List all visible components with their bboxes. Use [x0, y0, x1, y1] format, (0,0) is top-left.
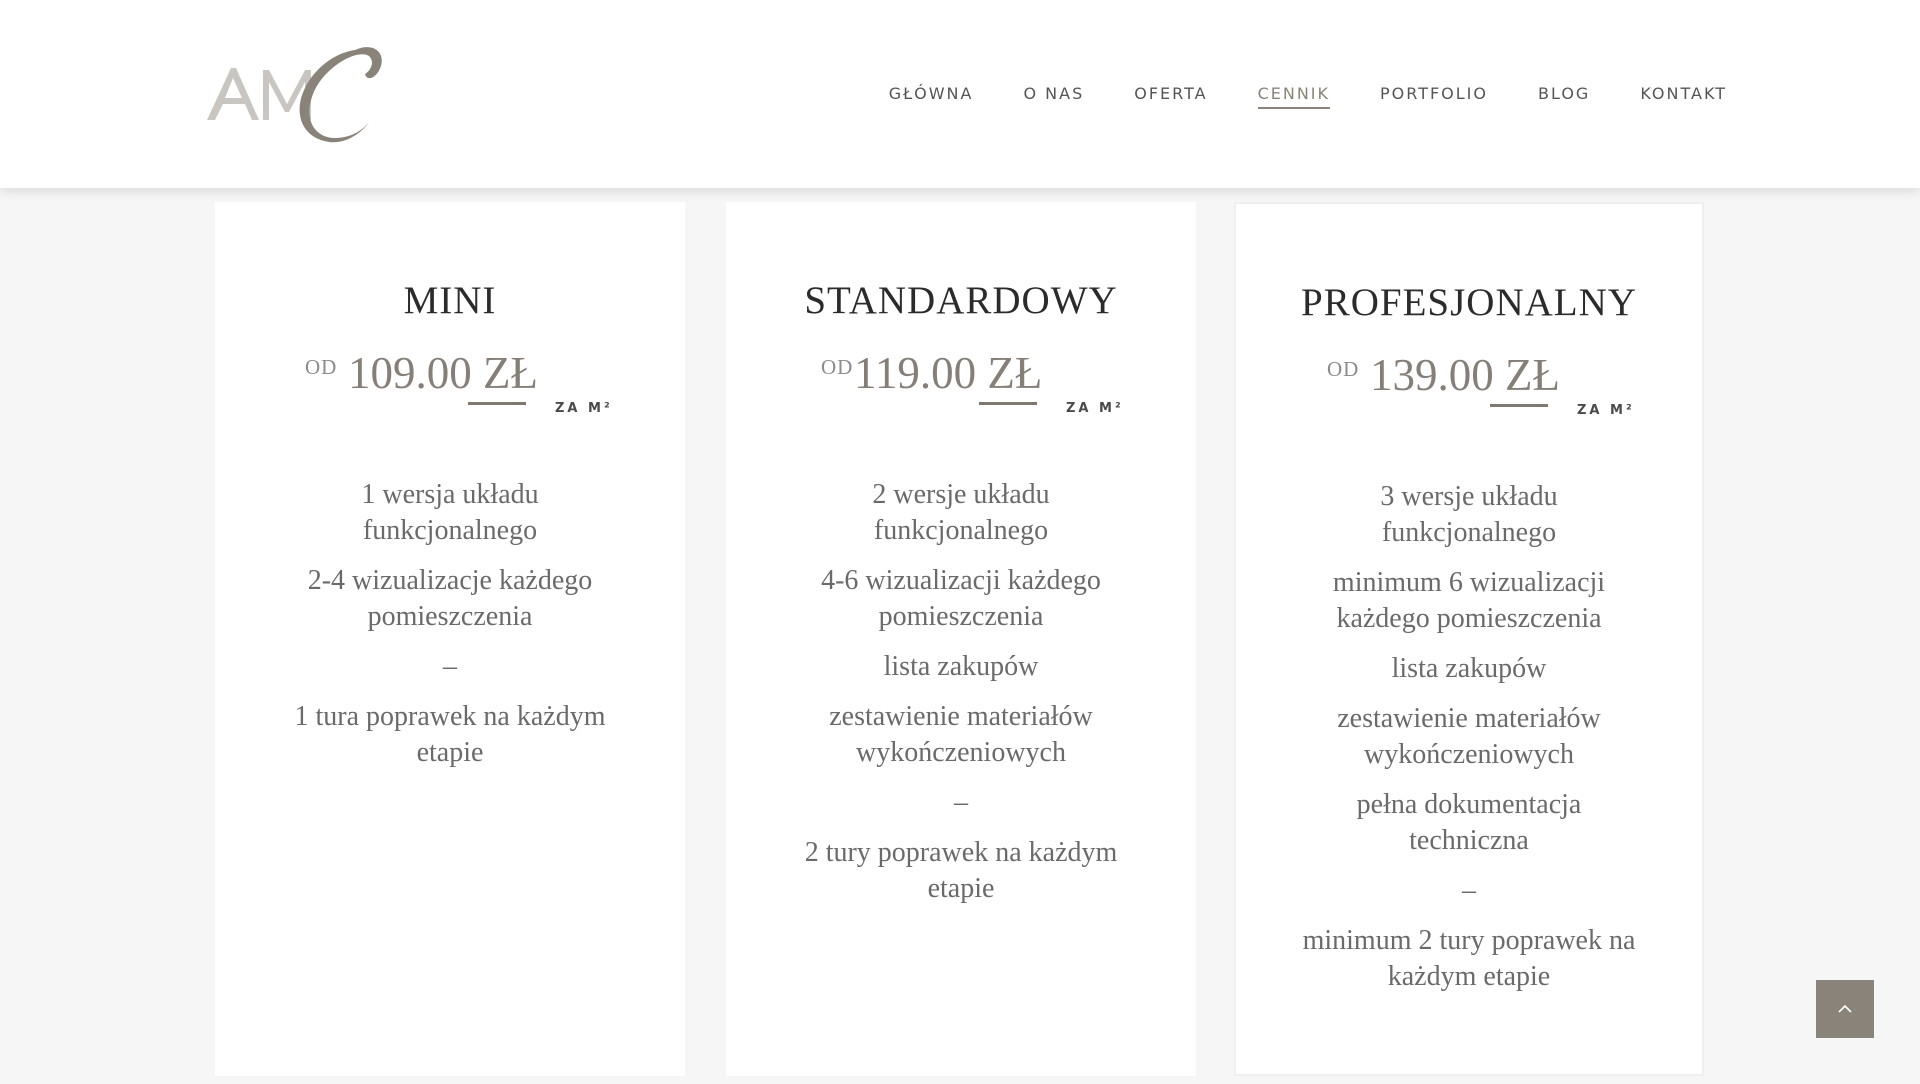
feature-item: zestawienie materiałów wykończeniowych [829, 701, 1093, 768]
feature-item: minimum 6 wizualizacji każdego pomieszcz… [1332, 567, 1606, 634]
feature-item: zestawienie materiałów wykończeniowych [1337, 703, 1601, 770]
nav-item-o-nas[interactable]: O NAS [1023, 84, 1084, 107]
feature-item: lista zakupów [883, 651, 1039, 682]
price-from-label: OD [305, 355, 338, 379]
price-row: OD 109.00 ZŁ ZA M² [215, 347, 685, 416]
scroll-to-top-button[interactable] [1816, 980, 1874, 1038]
plan-title: STANDARDOWY [804, 279, 1118, 322]
feature-item: 1 wersja układu funkcjonalnego [361, 479, 539, 546]
feature-item: 1 tura poprawek na każdym etapie [294, 701, 606, 768]
price-unit: ZA M² [1577, 403, 1635, 418]
feature-item: – [1462, 875, 1476, 906]
nav-item-kontakt[interactable]: KONTAKT [1640, 84, 1727, 107]
feature-item: minimum 2 tury poprawek na każdym etapie [1302, 925, 1636, 992]
feature-item: – [443, 651, 457, 682]
price-row: OD 119.00 ZŁ ZA M² [726, 347, 1196, 416]
nav-item-glowna[interactable]: GŁÓWNA [889, 84, 974, 107]
plan-title: MINI [403, 279, 497, 322]
nav-item-cennik[interactable]: CENNIK [1257, 84, 1331, 109]
feature-item: 3 wersje układu funkcjonalnego [1380, 481, 1558, 548]
nav-item-portfolio[interactable]: PORTFOLIO [1380, 84, 1488, 107]
feature-item: pełna dokumentacja techniczna [1356, 789, 1582, 856]
feature-list: 2 wersje układu funkcjonalnego 4-6 wizua… [786, 477, 1136, 921]
pricing-card-standardowy: STANDARDOWY OD 119.00 ZŁ ZA M² 2 wersje … [726, 202, 1196, 1076]
plan-title: PROFESJONALNY [1301, 281, 1637, 324]
pricing-card-profesjonalny: PROFESJONALNY OD 139.00 ZŁ ZA M² 3 wersj… [1234, 202, 1704, 1076]
price-unit: ZA M² [555, 401, 613, 416]
feature-item: 2-4 wizualizacje każdego pomieszczenia [307, 565, 593, 632]
price-underline [1490, 404, 1548, 407]
pricing-card-mini: MINI OD 109.00 ZŁ ZA M² 1 wersja układu … [215, 202, 685, 1076]
price-underline [468, 402, 526, 405]
logo[interactable] [205, 38, 385, 144]
feature-item: 4-6 wizualizacji każdego pomieszczenia [821, 565, 1101, 632]
feature-list: 3 wersje układu funkcjonalnego minimum 6… [1296, 479, 1642, 1009]
site-header: GŁÓWNA O NAS OFERTA CENNIK PORTFOLIO BLO… [0, 0, 1920, 188]
nav-item-blog[interactable]: BLOG [1538, 84, 1590, 107]
plan-price: 139.00 ZŁ [1370, 350, 1560, 400]
amc-logo-icon [207, 47, 382, 143]
feature-item: – [954, 787, 968, 818]
plan-price: 119.00 ZŁ [854, 348, 1043, 398]
nav-item-oferta[interactable]: OFERTA [1134, 84, 1207, 107]
feature-item: 2 tury poprawek na każdym etapie [804, 837, 1118, 904]
plan-price: 109.00 ZŁ [348, 348, 538, 398]
chevron-up-icon [1838, 1004, 1852, 1013]
price-from-label: OD [821, 355, 854, 379]
price-from-label: OD [1327, 357, 1360, 381]
feature-item: lista zakupów [1391, 653, 1547, 684]
price-row: OD 139.00 ZŁ ZA M² [1236, 349, 1702, 418]
price-underline [979, 402, 1037, 405]
price-unit: ZA M² [1066, 401, 1124, 416]
main-nav: GŁÓWNA O NAS OFERTA CENNIK PORTFOLIO BLO… [889, 84, 1727, 109]
feature-list: 1 wersja układu funkcjonalnego 2-4 wizua… [275, 477, 625, 785]
feature-item: 2 wersje układu funkcjonalnego [872, 479, 1050, 546]
